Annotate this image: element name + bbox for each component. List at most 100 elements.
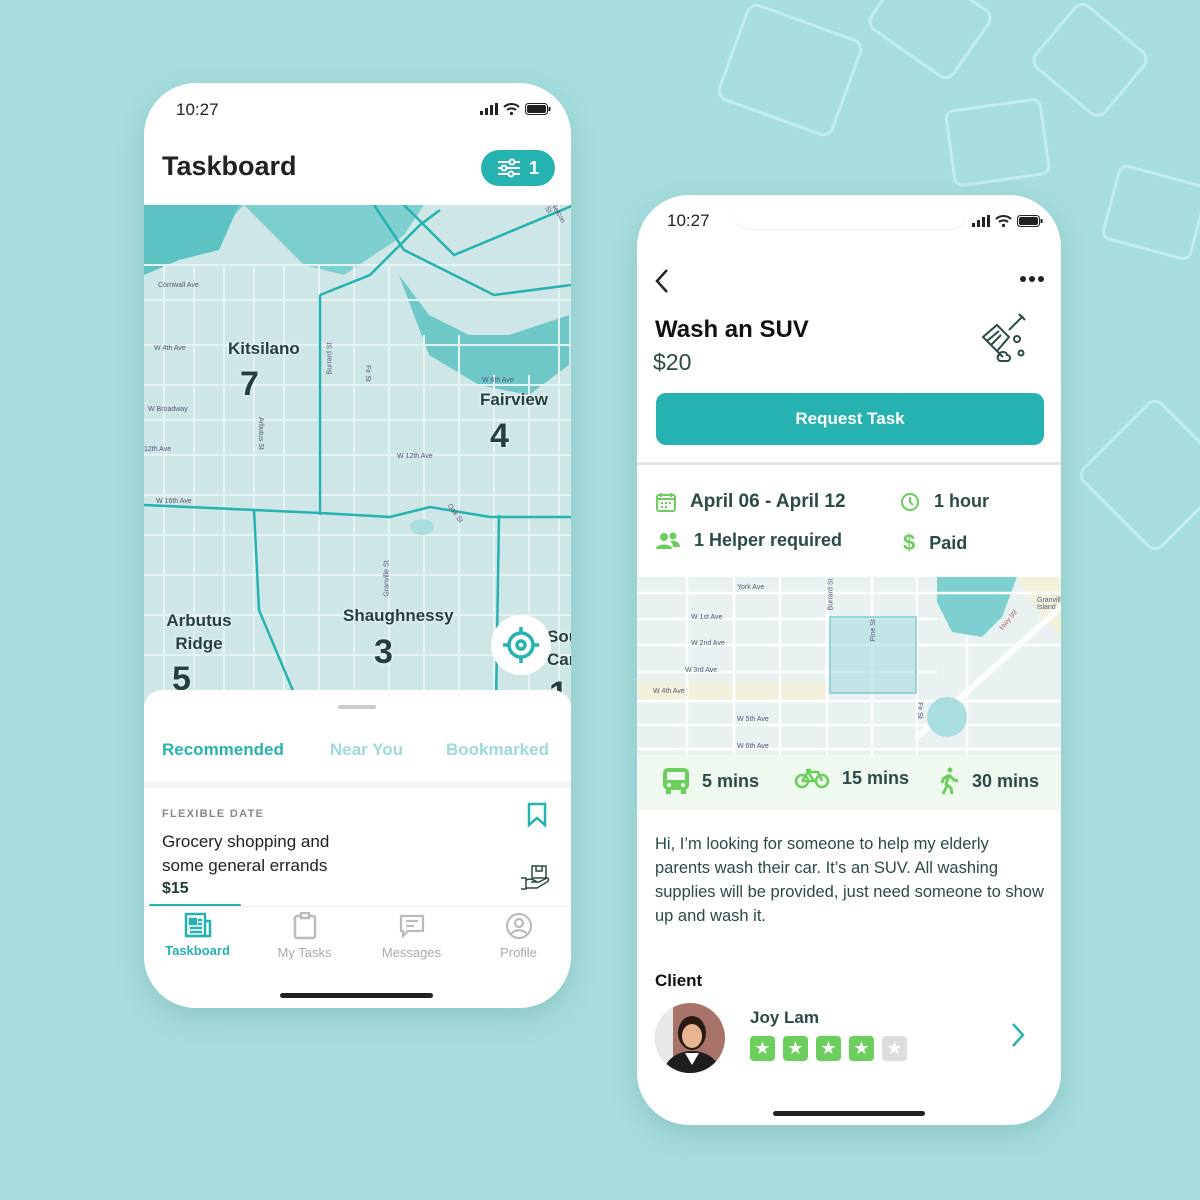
- location-map[interactable]: York Ave W 1st Ave W 2nd Ave W 3rd Ave W…: [637, 577, 1061, 755]
- task-title: Grocery shopping and some general errand…: [162, 830, 329, 878]
- taskboard-phone: 10:27 Taskboard 1 Cornwall Ave W 4th Ave…: [144, 83, 571, 1008]
- street-label: W 3rd Ave: [685, 667, 718, 674]
- street-label: W 2nd Ave: [691, 640, 725, 647]
- region-label[interactable]: Shaughnessy: [343, 604, 454, 627]
- broom-icon: [981, 313, 1026, 362]
- users-icon: [656, 532, 680, 549]
- bookmark-icon[interactable]: [527, 802, 547, 828]
- nav-my-tasks[interactable]: My Tasks: [251, 912, 358, 960]
- street-label: 12th Ave: [144, 446, 172, 453]
- divider: [144, 906, 571, 907]
- street-label: Fir St: [363, 365, 371, 382]
- clock-icon: [901, 492, 919, 511]
- tab-recommended[interactable]: Recommended: [162, 740, 284, 760]
- message-icon: [399, 914, 424, 939]
- tab-bookmarked[interactable]: Bookmarked: [446, 740, 549, 760]
- task-title-line: some general errands: [162, 856, 328, 875]
- street-label: Burrard St: [326, 342, 334, 375]
- nav-taskboard[interactable]: Taskboard: [144, 912, 251, 958]
- wifi-icon: [503, 103, 520, 115]
- nav-profile[interactable]: Profile: [465, 912, 571, 960]
- nav-label: Profile: [500, 945, 537, 960]
- region-count: 4: [490, 417, 509, 455]
- status-icons: [480, 103, 551, 115]
- page-title: Taskboard: [162, 151, 297, 181]
- star-filled-icon: ★: [816, 1036, 841, 1061]
- task-card[interactable]: FLEXIBLE DATE Grocery shopping and some …: [144, 788, 571, 906]
- street-label: W 6th Ave: [737, 743, 769, 750]
- more-options-icon[interactable]: [1019, 275, 1045, 283]
- wifi-icon: [995, 215, 1012, 227]
- task-detail-phone: 10:27 Wash an SUV $20 Request Task April…: [637, 195, 1061, 1125]
- notch: [731, 195, 969, 229]
- transport-walk: 30 mins: [938, 767, 1039, 795]
- client-row[interactable]: Joy Lam ★ ★ ★ ★ ★: [637, 1000, 1061, 1080]
- region-label[interactable]: Kitsilano: [228, 337, 300, 360]
- status-time: 10:27: [176, 100, 219, 119]
- battery-icon: [1017, 215, 1043, 227]
- nav-messages[interactable]: Messages: [358, 912, 465, 960]
- status-time: 10:27: [667, 211, 710, 230]
- bus-icon: [663, 768, 689, 794]
- sliders-icon: [497, 158, 520, 178]
- duration-text: 1 hour: [934, 491, 990, 511]
- region-count: 3: [374, 633, 393, 671]
- status-icons: [972, 215, 1043, 227]
- transport-time: 15 mins: [842, 767, 910, 788]
- date-range: April 06 - April 12: [656, 491, 846, 513]
- client-heading: Client: [655, 971, 703, 990]
- home-indicator: [280, 993, 433, 998]
- date-label: FLEXIBLE DATE: [162, 808, 265, 820]
- nav-label: Messages: [381, 945, 442, 960]
- signal-icon: [972, 215, 990, 227]
- calendar-icon: [656, 493, 676, 512]
- back-chevron-icon[interactable]: [654, 268, 670, 294]
- neighbourhood-map[interactable]: Cornwall Ave W 4th Ave W Broadway 12th A…: [144, 205, 571, 705]
- nav-label: My Tasks: [277, 945, 332, 960]
- region-label[interactable]: Arbutus Ridge: [162, 609, 236, 655]
- street-label: W 4th Ave: [154, 345, 186, 352]
- transport-bus: 5 mins: [662, 767, 759, 795]
- filter-count: 1: [528, 157, 539, 178]
- street-label: W 12th Ave: [397, 453, 433, 460]
- task-sheet: Recommended Near You Bookmarked FLEXIBLE…: [144, 690, 571, 1008]
- transport-bike: 15 mins: [794, 767, 909, 789]
- bike-icon: [794, 768, 830, 789]
- package-hand-icon: [521, 865, 550, 890]
- user-circle-icon: [505, 912, 532, 940]
- street-label: Granville St: [383, 560, 391, 597]
- battery-icon: [525, 103, 551, 115]
- street-label: Fir St: [915, 702, 923, 719]
- task-title: Wash an SUV: [655, 316, 809, 343]
- dollar-icon: $: [903, 530, 916, 555]
- street-label: Pine St: [869, 619, 877, 642]
- street-label: Granville Island: [1037, 597, 1061, 611]
- nav-label: Taskboard: [165, 943, 230, 958]
- street-label: Burrard St: [827, 578, 835, 611]
- client-name: Joy Lam: [750, 1008, 819, 1027]
- client-rating: ★ ★ ★ ★ ★: [750, 1036, 915, 1061]
- drag-handle[interactable]: [338, 705, 376, 709]
- locate-button[interactable]: [491, 615, 551, 675]
- tab-near-you[interactable]: Near You: [330, 740, 403, 760]
- request-task-button[interactable]: Request Task: [656, 393, 1044, 445]
- payment-text: Paid: [929, 532, 968, 553]
- task-price: $15: [162, 880, 189, 897]
- task-title-line: Grocery shopping and: [162, 832, 330, 851]
- street-label: W 4th Ave: [653, 688, 685, 695]
- filter-button[interactable]: 1: [481, 150, 555, 186]
- crosshair-icon: [503, 627, 539, 663]
- star-filled-icon: ★: [783, 1036, 808, 1061]
- street-label: W 16th Ave: [156, 498, 192, 505]
- street-label: W Broadway: [148, 406, 188, 413]
- chevron-right-icon[interactable]: [1010, 1022, 1026, 1048]
- region-count: 7: [240, 365, 259, 403]
- home-indicator: [773, 1111, 925, 1116]
- region-label[interactable]: Fairview: [480, 388, 548, 411]
- star-filled-icon: ★: [750, 1036, 775, 1061]
- map-graphic: [637, 577, 1061, 755]
- payment: $ Paid: [903, 530, 967, 556]
- transport-time: 5 mins: [702, 770, 760, 791]
- helpers-text: 1 Helper required: [694, 530, 843, 550]
- street-label: W 1st Ave: [691, 614, 723, 621]
